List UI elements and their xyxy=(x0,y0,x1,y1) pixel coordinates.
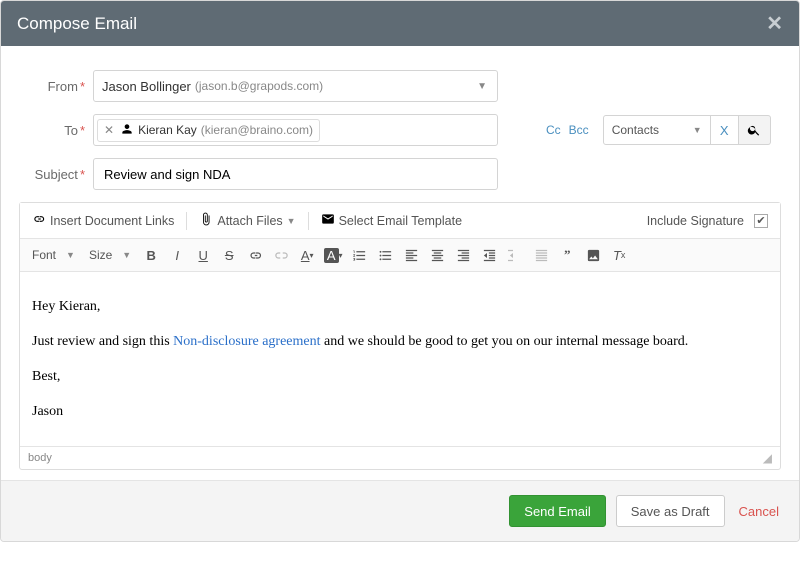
chevron-down-icon: ▼ xyxy=(693,125,702,135)
subject-label: Subject* xyxy=(19,167,93,182)
nda-link[interactable]: Non-disclosure agreement xyxy=(173,334,320,349)
insert-image-button[interactable] xyxy=(581,243,605,267)
resize-handle-icon[interactable]: ◢ xyxy=(763,451,772,465)
cc-link[interactable]: Cc xyxy=(546,123,561,137)
contacts-clear-button[interactable]: X xyxy=(711,115,739,145)
body-greeting: Hey Kieran, xyxy=(32,296,768,317)
link-button[interactable] xyxy=(243,243,267,267)
required-marker: * xyxy=(80,123,85,138)
contacts-search-button[interactable] xyxy=(739,115,771,145)
from-email: (jason.b@grapods.com) xyxy=(195,79,323,93)
close-icon[interactable]: ✕ xyxy=(766,11,783,36)
from-field: Jason Bollinger (jason.b@grapods.com) ▼ xyxy=(93,70,781,102)
separator xyxy=(186,212,187,230)
editor-statusbar: body ◢ xyxy=(20,446,780,469)
to-wrapper: ✕ Kieran Kay (kieran@braino.com) Cc Bcc … xyxy=(93,114,771,146)
to-label: To* xyxy=(19,123,93,138)
modal-footer: Send Email Save as Draft Cancel xyxy=(1,480,799,541)
bold-button[interactable]: B xyxy=(139,243,163,267)
envelope-icon xyxy=(321,212,335,229)
element-path: body xyxy=(28,452,52,464)
chevron-down-icon: ▼ xyxy=(66,250,75,260)
body-line1: Just review and sign this Non-disclosure… xyxy=(32,331,768,352)
align-center-button[interactable] xyxy=(425,243,449,267)
email-body-editor[interactable]: Hey Kieran, Just review and sign this No… xyxy=(20,272,780,446)
contacts-select[interactable]: Contacts ▼ xyxy=(603,115,711,145)
font-select[interactable]: Font▼ xyxy=(26,245,81,265)
modal-title: Compose Email xyxy=(17,14,137,34)
signature-checkbox[interactable]: ✔ xyxy=(754,214,768,228)
indent-button[interactable] xyxy=(503,243,527,267)
remove-recipient-icon[interactable]: ✕ xyxy=(104,123,114,137)
paperclip-icon xyxy=(199,212,213,229)
person-icon xyxy=(120,122,134,139)
blockquote-button[interactable]: ” xyxy=(555,243,579,267)
body-name: Jason xyxy=(32,401,768,422)
ordered-list-button[interactable] xyxy=(347,243,371,267)
subject-field xyxy=(93,158,781,190)
chevron-down-icon: ▼ xyxy=(122,250,131,260)
subject-input[interactable] xyxy=(93,158,498,190)
from-select[interactable]: Jason Bollinger (jason.b@grapods.com) ▼ xyxy=(93,70,498,102)
justify-button[interactable] xyxy=(529,243,553,267)
email-editor: Insert Document Links Attach Files ▼ Sel… xyxy=(19,202,781,470)
to-row: To* ✕ Kieran Kay (kieran@braino.com) Cc xyxy=(19,114,781,146)
editor-toolbar-formatting: Font▼ Size▼ B I U S A▾ A▾ xyxy=(20,239,780,272)
include-signature-toggle[interactable]: Include Signature ✔ xyxy=(645,211,770,231)
align-right-button[interactable] xyxy=(451,243,475,267)
clear-formatting-button[interactable]: Tx xyxy=(607,243,631,267)
cancel-button[interactable]: Cancel xyxy=(735,504,783,519)
attach-files-button[interactable]: Attach Files ▼ xyxy=(197,209,297,232)
unordered-list-button[interactable] xyxy=(373,243,397,267)
to-input[interactable]: ✕ Kieran Kay (kieran@braino.com) xyxy=(93,114,498,146)
chip-name: Kieran Kay xyxy=(138,123,197,137)
background-color-button[interactable]: A▾ xyxy=(321,243,345,267)
save-as-draft-button[interactable]: Save as Draft xyxy=(616,495,725,527)
unlink-button[interactable] xyxy=(269,243,293,267)
recipient-chip: ✕ Kieran Kay (kieran@braino.com) xyxy=(97,119,320,142)
link-icon xyxy=(32,212,46,229)
chevron-down-icon: ▼ xyxy=(287,216,296,226)
subject-row: Subject* xyxy=(19,158,781,190)
underline-button[interactable]: U xyxy=(191,243,215,267)
modal-header: Compose Email ✕ xyxy=(1,1,799,46)
body-signoff: Best, xyxy=(32,366,768,387)
editor-toolbar-primary: Insert Document Links Attach Files ▼ Sel… xyxy=(20,203,780,239)
size-select[interactable]: Size▼ xyxy=(83,245,137,265)
chevron-down-icon: ▼ xyxy=(477,81,487,92)
align-left-button[interactable] xyxy=(399,243,423,267)
required-marker: * xyxy=(80,167,85,182)
separator xyxy=(308,212,309,230)
select-email-template-button[interactable]: Select Email Template xyxy=(319,209,464,232)
compose-email-modal: Compose Email ✕ From* Jason Bollinger (j… xyxy=(0,0,800,542)
from-label: From* xyxy=(19,79,93,94)
contacts-group: Contacts ▼ X xyxy=(603,115,771,145)
send-email-button[interactable]: Send Email xyxy=(509,495,605,527)
from-name: Jason Bollinger xyxy=(102,79,191,94)
text-color-button[interactable]: A▾ xyxy=(295,243,319,267)
outdent-button[interactable] xyxy=(477,243,501,267)
required-marker: * xyxy=(80,79,85,94)
chip-email: (kieran@braino.com) xyxy=(201,123,313,137)
modal-body: From* Jason Bollinger (jason.b@grapods.c… xyxy=(1,46,799,480)
strikethrough-button[interactable]: S xyxy=(217,243,241,267)
cc-bcc-links: Cc Bcc xyxy=(546,123,589,137)
insert-document-links-button[interactable]: Insert Document Links xyxy=(30,209,176,232)
italic-button[interactable]: I xyxy=(165,243,189,267)
from-row: From* Jason Bollinger (jason.b@grapods.c… xyxy=(19,70,781,102)
bcc-link[interactable]: Bcc xyxy=(569,123,589,137)
